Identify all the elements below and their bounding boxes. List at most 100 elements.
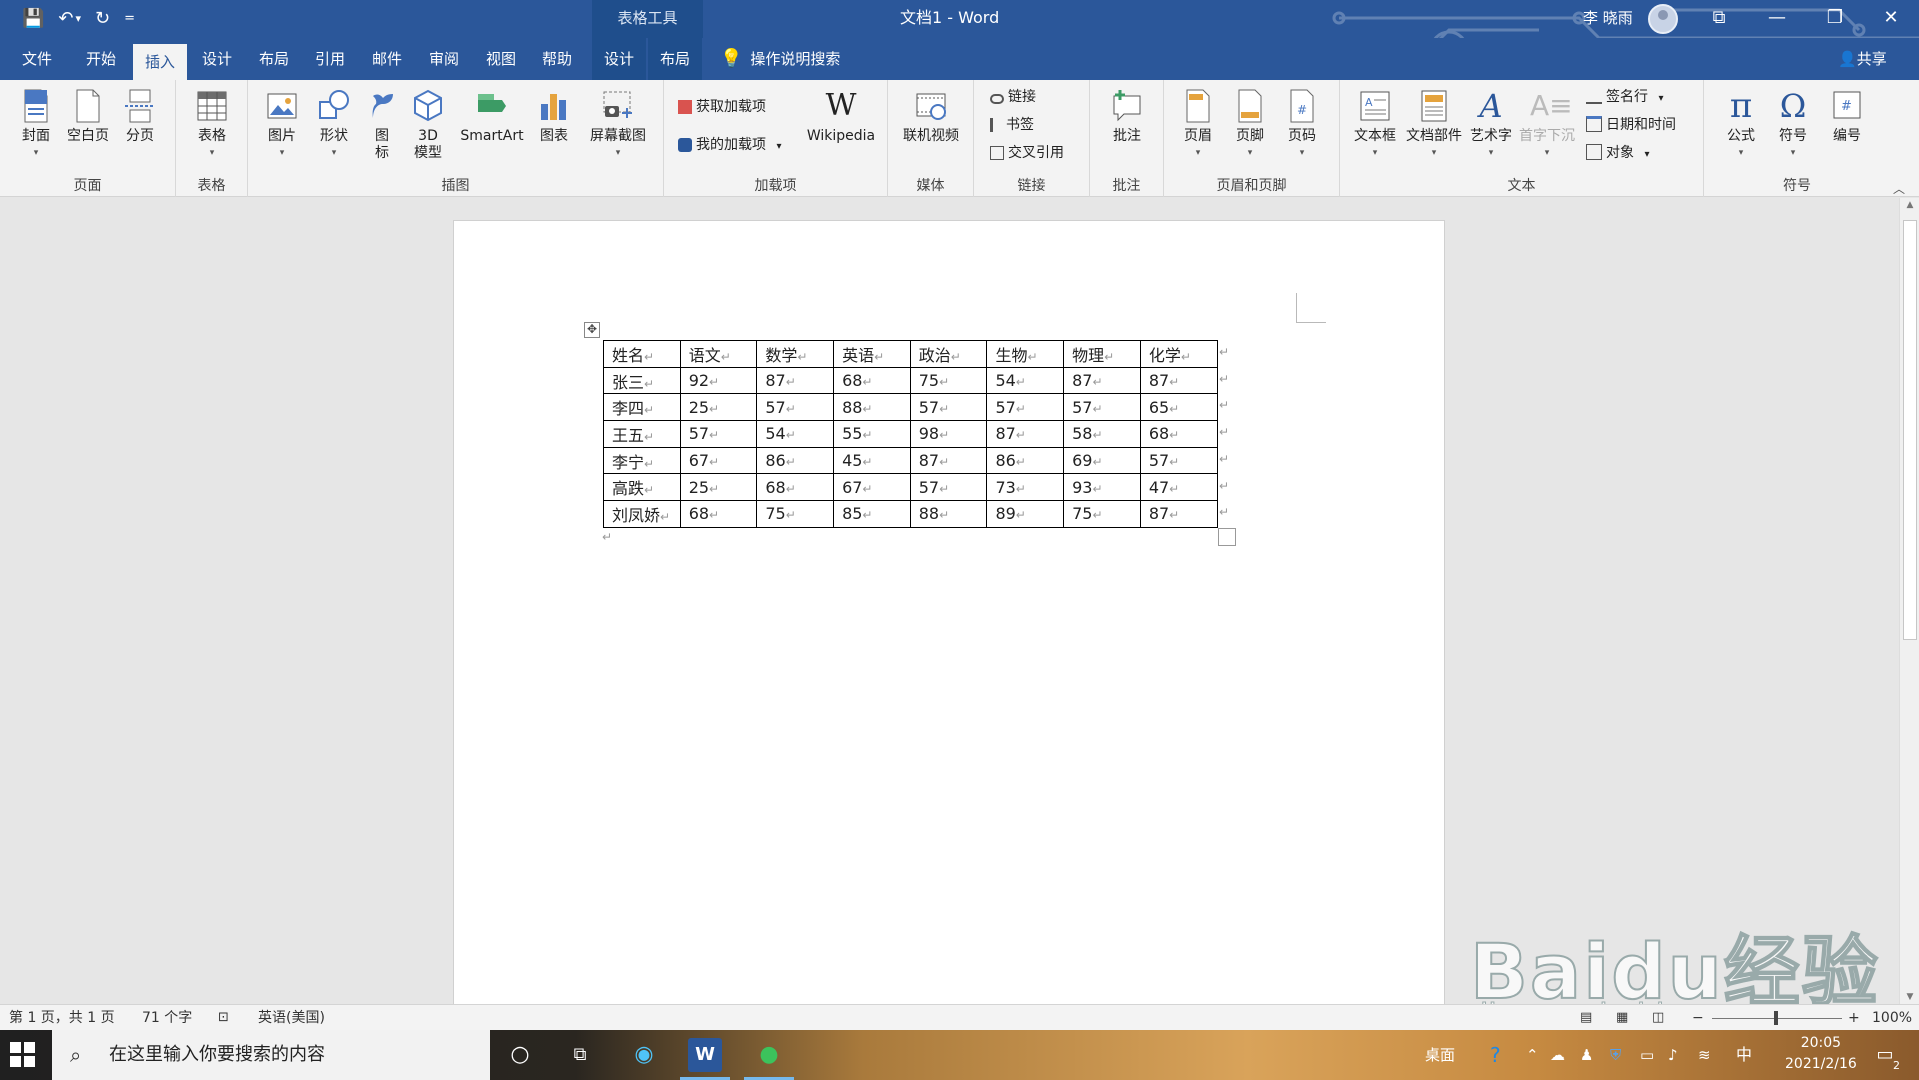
tab-home[interactable]: 开始 — [74, 38, 128, 80]
user-name[interactable]: 李 晓雨 — [1583, 0, 1633, 36]
score-cell[interactable]: 65↵ — [1139, 393, 1218, 422]
blank-page-button[interactable]: 空白页 — [64, 88, 112, 145]
shield-icon[interactable]: ⛨ — [1610, 1030, 1621, 1080]
scrollbar-thumb[interactable] — [1903, 220, 1917, 640]
battery-icon[interactable]: ▭ — [1640, 1030, 1654, 1080]
help-icon[interactable]: ? — [1490, 1030, 1501, 1080]
icons-button[interactable]: 图 标 — [364, 88, 400, 162]
score-cell[interactable]: 69↵ — [1063, 446, 1141, 475]
footer-button[interactable]: 页脚 ▾ — [1228, 88, 1272, 162]
score-cell[interactable]: 25↵ — [679, 393, 758, 422]
cloud-icon[interactable]: ☁ — [1550, 1030, 1565, 1080]
get-addins-button[interactable]: 获取加载项 — [678, 96, 766, 118]
bookmark-button[interactable]: 书签 — [990, 114, 1034, 136]
tab-review[interactable]: 审阅 — [417, 38, 471, 80]
score-cell[interactable]: 87↵ — [1139, 366, 1218, 395]
language-indicator[interactable]: 英语(美国) — [258, 1005, 325, 1031]
score-table[interactable]: 姓名↵ 语文↵ 数学↵ 英语↵ 政治↵ 生物↵ 物理↵ 化学↵ 张三↵ 92↵ 87↵ 68↵ 75↵ 5… — [603, 340, 1218, 528]
pictures-button[interactable]: 图片 ▾ — [262, 88, 302, 162]
score-cell[interactable]: 75↵ — [756, 500, 835, 528]
minimize-button[interactable]: — — [1754, 0, 1800, 38]
score-cell[interactable]: 86↵ — [756, 446, 835, 475]
zoom-slider-thumb[interactable] — [1774, 1011, 1778, 1025]
table-move-handle[interactable]: ✥ — [584, 322, 600, 338]
ime-indicator[interactable]: 中 — [1736, 1030, 1752, 1080]
chevron-down-icon[interactable]: ▾ — [776, 141, 781, 152]
tab-table-design[interactable]: 设计 — [592, 38, 647, 80]
score-cell[interactable]: 57↵ — [909, 393, 988, 422]
cortana-icon[interactable]: ○ — [503, 1038, 537, 1072]
quick-parts-button[interactable]: 文档部件 ▾ — [1404, 88, 1464, 162]
undo-icon[interactable]: ↶ — [58, 6, 73, 32]
cover-page-button[interactable]: 封面 ▾ — [14, 88, 58, 162]
score-cell[interactable]: 57↵ — [679, 420, 758, 448]
screenshot-button[interactable]: 屏幕截图 ▾ — [582, 88, 654, 162]
tab-view[interactable]: 视图 — [474, 38, 528, 80]
scroll-down-arrow[interactable]: ▼ — [1900, 992, 1919, 1002]
score-cell[interactable]: 57↵ — [986, 393, 1065, 422]
scroll-up-arrow[interactable]: ▲ — [1900, 200, 1919, 210]
date-time-button[interactable]: 日期和时间 — [1586, 114, 1676, 136]
student-name-cell[interactable]: 李四↵ — [603, 393, 681, 422]
notification-center-icon[interactable]: ▭ 2 — [1868, 1038, 1902, 1072]
student-name-cell[interactable]: 李宁↵ — [603, 446, 681, 475]
share-button[interactable]: 👤共享 — [1838, 38, 1887, 80]
signature-line-button[interactable]: 签名行 ▾ — [1586, 86, 1663, 110]
zoom-level[interactable]: 100% — [1872, 1005, 1912, 1031]
new-comment-button[interactable]: 批注 — [1104, 88, 1150, 145]
student-name-cell[interactable]: 王五↵ — [603, 420, 681, 448]
score-cell[interactable]: 68↵ — [833, 366, 911, 395]
score-cell[interactable]: 57↵ — [909, 473, 988, 502]
score-cell[interactable]: 57↵ — [756, 393, 835, 422]
tab-file[interactable]: 文件 — [10, 38, 64, 80]
table-header-cell[interactable]: 数学↵ — [756, 340, 835, 368]
wechat-icon[interactable]: ● — [744, 1038, 794, 1080]
score-cell[interactable]: 68↵ — [1139, 420, 1218, 448]
task-view-icon[interactable]: ⧉ — [563, 1038, 597, 1072]
vertical-scrollbar[interactable]: ▲ ▼ — [1899, 198, 1919, 1004]
score-cell[interactable]: 93↵ — [1063, 473, 1141, 502]
system-clock[interactable]: 20:05 2021/2/16 — [1785, 1033, 1857, 1075]
score-cell[interactable]: 87↵ — [1063, 366, 1141, 395]
table-header-cell[interactable]: 姓名↵ — [603, 340, 681, 368]
equation-button[interactable]: π 公式 ▾ — [1718, 88, 1764, 162]
chart-button[interactable]: 图表 — [534, 88, 574, 145]
my-addins-button[interactable]: 我的加载项 ▾ — [678, 134, 781, 158]
zoom-out-button[interactable]: − — [1692, 1005, 1704, 1031]
score-cell[interactable]: 47↵ — [1139, 473, 1218, 502]
word-app-icon[interactable]: W — [680, 1038, 730, 1080]
tab-help[interactable]: 帮助 — [530, 38, 584, 80]
score-cell[interactable]: 55↵ — [833, 420, 911, 448]
customize-qat-icon[interactable]: = — [124, 6, 135, 32]
save-icon[interactable]: 💾 — [22, 6, 44, 32]
score-cell[interactable]: 25↵ — [679, 473, 758, 502]
student-name-cell[interactable]: 刘凤娇↵ — [603, 500, 681, 528]
avatar[interactable] — [1648, 4, 1678, 34]
table-header-cell[interactable]: 政治↵ — [909, 340, 988, 368]
ribbon-display-options-button[interactable]: ⧉ — [1696, 0, 1742, 38]
document-page[interactable] — [453, 220, 1445, 1010]
tell-me-search[interactable]: 💡 操作说明搜索 — [720, 38, 840, 80]
wikipedia-button[interactable]: W Wikipedia — [802, 88, 880, 145]
shapes-button[interactable]: 形状 ▾ — [314, 88, 354, 162]
score-cell[interactable]: 58↵ — [1063, 420, 1141, 448]
score-cell[interactable]: 87↵ — [1139, 500, 1218, 528]
text-box-button[interactable]: A 文本框 ▾ — [1350, 88, 1400, 162]
score-cell[interactable]: 98↵ — [909, 420, 988, 448]
page-break-button[interactable]: 分页 — [118, 88, 162, 145]
close-button[interactable]: ✕ — [1868, 0, 1914, 38]
score-cell[interactable]: 86↵ — [986, 446, 1065, 475]
score-cell[interactable]: 68↵ — [756, 473, 835, 502]
table-header-cell[interactable]: 语文↵ — [679, 340, 758, 368]
link-button[interactable]: 链接 — [990, 86, 1036, 108]
score-cell[interactable]: 87↵ — [909, 446, 988, 475]
table-resize-handle[interactable] — [1218, 528, 1236, 546]
score-cell[interactable]: 68↵ — [679, 500, 758, 528]
taskbar-search-box[interactable]: ⌕ 在这里输入你要搜索的内容 — [52, 1030, 490, 1080]
score-cell[interactable]: 75↵ — [909, 366, 988, 395]
score-cell[interactable]: 67↵ — [833, 473, 911, 502]
score-cell[interactable]: 45↵ — [833, 446, 911, 475]
score-cell[interactable]: 54↵ — [756, 420, 835, 448]
table-header-cell[interactable]: 物理↵ — [1063, 340, 1141, 368]
score-cell[interactable]: 88↵ — [833, 393, 911, 422]
